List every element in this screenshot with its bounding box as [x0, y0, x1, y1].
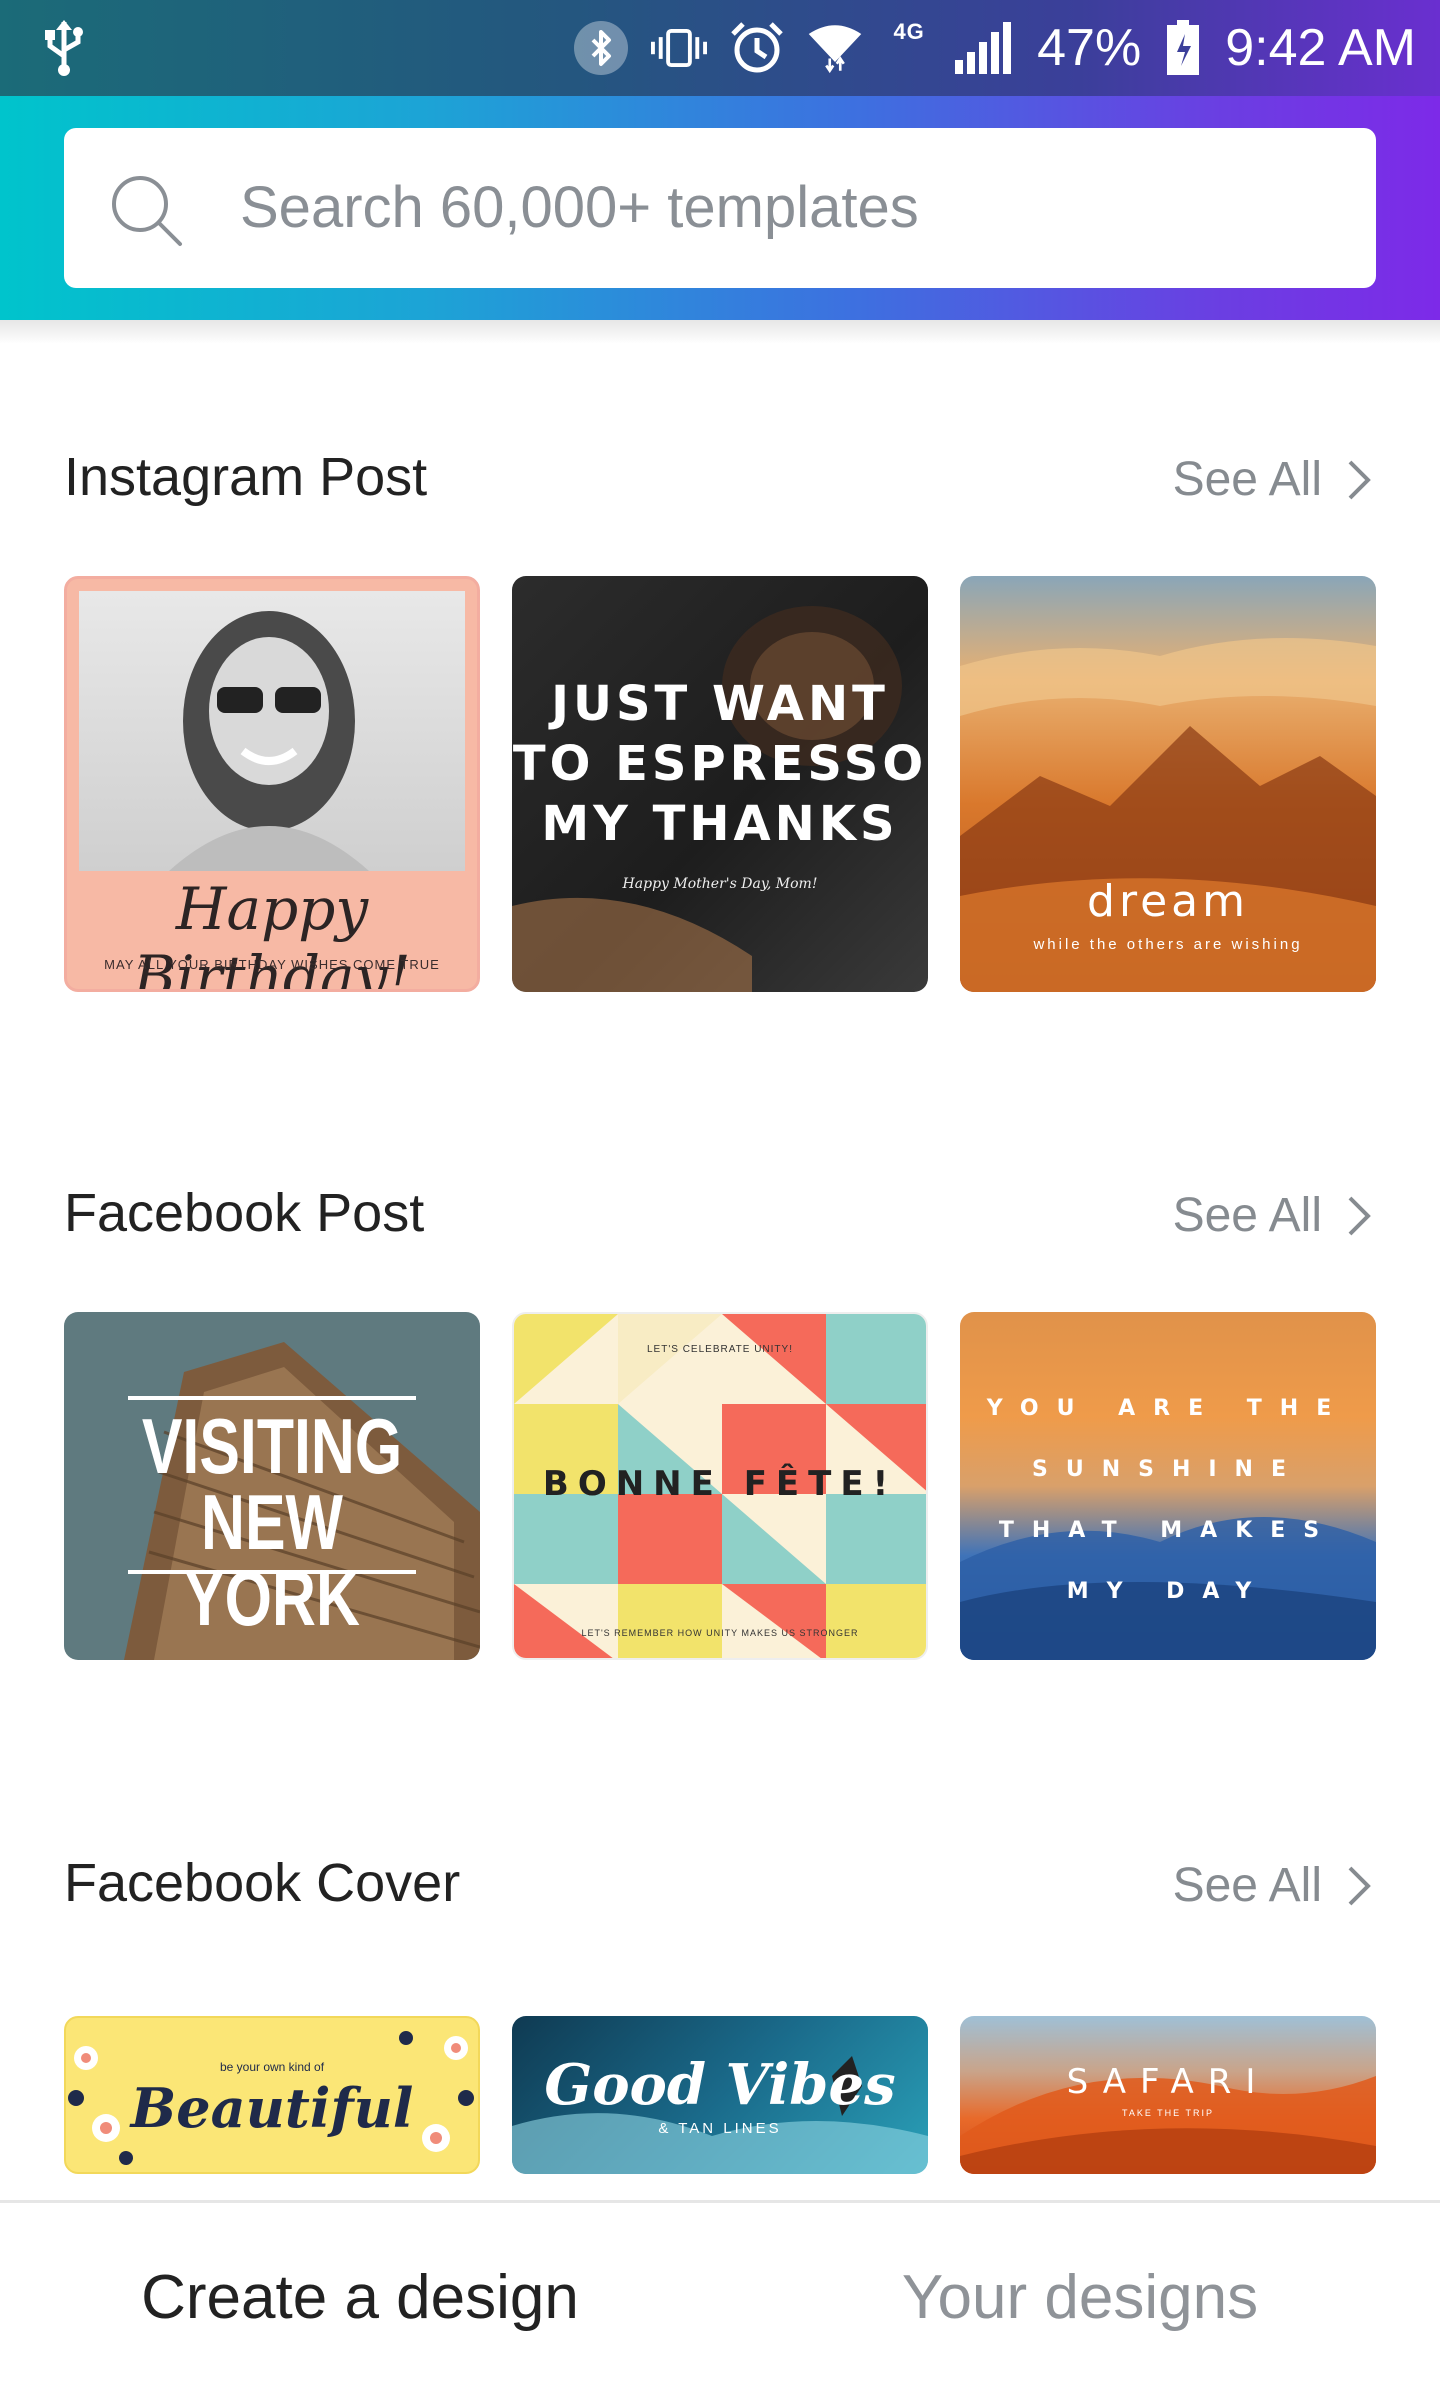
vibrate-icon [651, 20, 708, 76]
card-subtitle: MAY ALL YOUR BIRTHDAY WISHES COME TRUE [104, 957, 440, 972]
see-all-label: See All [1172, 1859, 1322, 1912]
tab-your-designs[interactable]: Your designs [720, 2203, 1440, 2392]
tab-create-a-design[interactable]: Create a design [0, 2203, 720, 2392]
search-icon [112, 176, 182, 246]
card-title: Beautiful [130, 2076, 414, 2140]
card-title-line: TO ESPRESSO [512, 736, 928, 792]
card-title: Good Vibes [544, 2052, 896, 2118]
divider [128, 1570, 416, 1574]
card-title-line: NEW YORK [184, 1478, 360, 1642]
card-title: BONNE FÊTE! [542, 1464, 898, 1504]
template-card-happy-birthday[interactable]: Happy Birthday! MAY ALL YOUR BIRTHDAY WI… [64, 576, 480, 992]
card-bottom-text: LET'S REMEMBER HOW UNITY MAKES US STRONG… [581, 1628, 859, 1638]
card-title-line: SUNSHINE [1031, 1457, 1304, 1482]
template-card-good-vibes[interactable]: Good Vibes & TAN LINES [512, 2016, 928, 2174]
card-subtitle: & TAN LINES [658, 2120, 782, 2137]
battery-icon [1163, 20, 1203, 76]
template-card-visiting-new-york[interactable]: VISITING NEW YORK [64, 1312, 480, 1660]
header: Search 60,000+ templates [0, 96, 1440, 320]
lte-icon: 4G [893, 19, 925, 44]
template-card-espresso[interactable]: JUST WANT TO ESPRESSO MY THANKS Happy Mo… [512, 576, 928, 992]
status-bar: 4G 47% 9:42 AM [0, 0, 1440, 96]
search-input[interactable]: Search 60,000+ templates [64, 128, 1376, 288]
chevron-right-icon [1348, 460, 1371, 499]
see-all-label: See All [1172, 1189, 1322, 1242]
usb-icon [45, 20, 83, 76]
card-subtitle: while the others are wishing [1033, 936, 1303, 953]
header-shadow [0, 320, 1440, 344]
chevron-right-icon [1348, 1866, 1371, 1905]
card-title-line: JUST WANT [551, 676, 889, 732]
bluetooth-icon [573, 20, 629, 76]
signal-icon [955, 20, 1015, 76]
wifi-icon [807, 20, 863, 76]
card-title: Happy Birthday! [133, 875, 411, 992]
card-subtitle: Happy Mother's Day, Mom! [622, 876, 818, 892]
section-title-facebook-cover: Facebook Cover [64, 1853, 461, 1913]
see-all-facebook-post[interactable]: See All [1173, 1188, 1372, 1243]
card-subtitle: TAKE THE TRIP [1121, 2108, 1214, 2118]
card-title: JUST WANT TO ESPRESSO MY THANKS [512, 674, 928, 854]
card-title-line: MY THANKS [541, 796, 899, 852]
bottom-nav: Create a design Your designs [0, 2200, 1440, 2392]
search-placeholder: Search 60,000+ templates [240, 175, 919, 240]
template-card-dream[interactable]: dream while the others are wishing [960, 576, 1376, 992]
see-all-label: See All [1172, 453, 1322, 506]
section-title-instagram-post: Instagram Post [64, 447, 428, 507]
card-title-line: YOU ARE THE [986, 1396, 1350, 1421]
card-top-text: LET'S CELEBRATE UNITY! [647, 1344, 793, 1355]
card-top-text: be your own kind of [219, 2060, 325, 2074]
card-title: YOU ARE THE SUNSHINE THAT MAKES MY DAY [960, 1378, 1376, 1622]
clock: 9:42 AM [1225, 19, 1416, 77]
card-title-line: THAT MAKES [998, 1518, 1338, 1543]
card-title: dream [1087, 876, 1249, 927]
template-card-beautiful[interactable]: be your own kind of Beautiful [64, 2016, 480, 2174]
template-card-safari[interactable]: SAFARI TAKE THE TRIP [960, 2016, 1376, 2174]
photo-woman [79, 591, 465, 871]
card-title: SAFARI [1066, 2062, 1270, 2102]
chevron-right-icon [1348, 1196, 1371, 1235]
divider [128, 1396, 416, 1400]
card-title-line: VISITING [141, 1402, 403, 1490]
alarm-icon [729, 20, 785, 76]
card-title: VISITING NEW YORK [110, 1402, 434, 1642]
battery-percent: 47% [1037, 19, 1142, 77]
section-title-facebook-post: Facebook Post [64, 1183, 425, 1243]
template-card-sunshine[interactable]: YOU ARE THE SUNSHINE THAT MAKES MY DAY [960, 1312, 1376, 1660]
see-all-instagram-post[interactable]: See All [1173, 452, 1372, 507]
template-card-bonne-fete[interactable]: LET'S CELEBRATE UNITY! BONNE FÊTE! LET'S… [512, 1312, 928, 1660]
see-all-facebook-cover[interactable]: See All [1173, 1858, 1372, 1913]
card-title-line: MY DAY [1066, 1579, 1270, 1604]
